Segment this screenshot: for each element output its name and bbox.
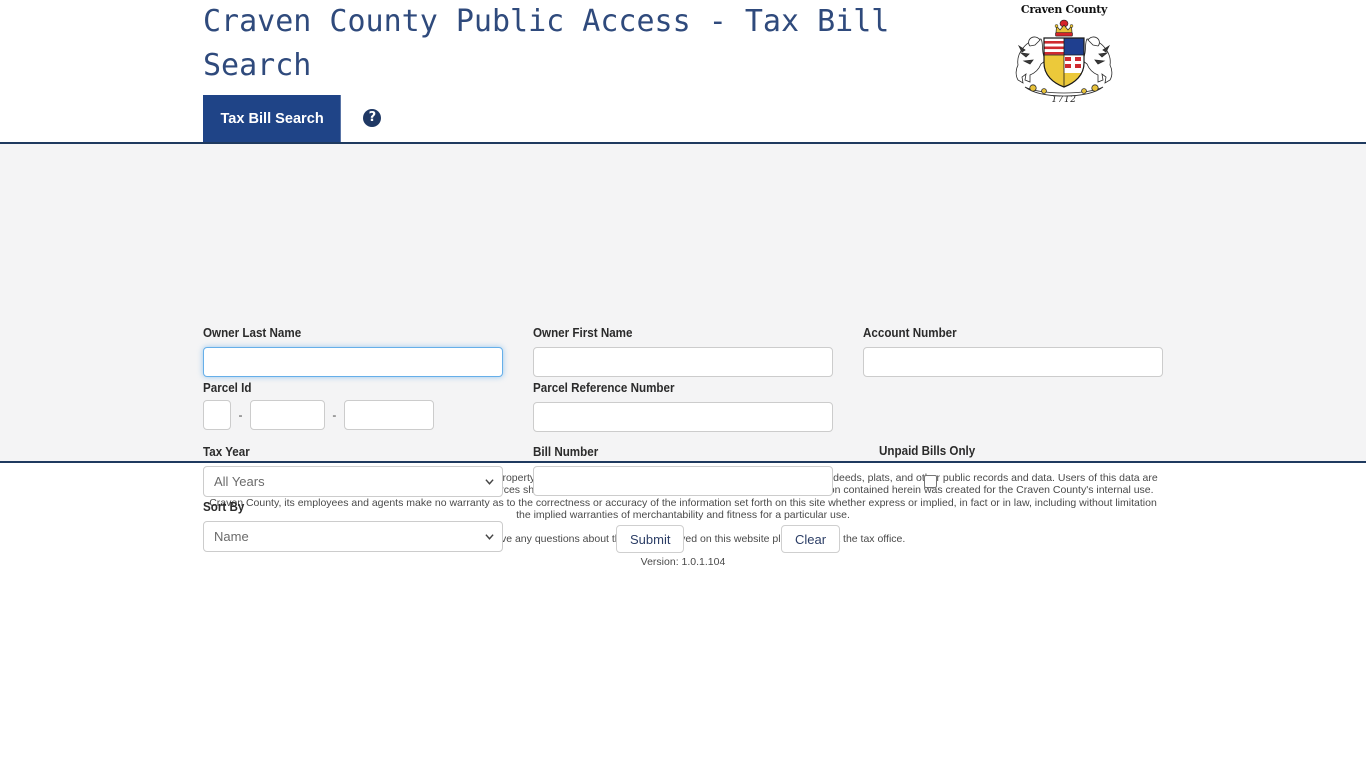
tab-tax-bill-search[interactable]: Tax Bill Search [203,95,342,142]
account-number-input[interactable] [863,347,1163,377]
page-header: Craven County Public Access - Tax Bill S… [0,0,1366,142]
owner-last-name-input[interactable] [203,347,503,377]
clear-button[interactable]: Clear [781,525,841,553]
tax-year-select-wrap: All Years [203,466,503,497]
unpaid-bills-only-label: Unpaid Bills Only [879,444,976,458]
sort-by-label: Sort By [203,500,245,514]
page-title: Craven County Public Access - Tax Bill S… [203,4,908,83]
parcel-id-group: - - [203,400,434,430]
tax-year-select[interactable]: All Years [203,466,503,497]
version-text: Version: 1.0.1.104 [640,556,726,569]
sort-by-select-wrap: Name [203,521,503,552]
parcel-id-separator-1: - [238,408,243,422]
parcel-reference-number-input[interactable] [533,402,833,432]
parcel-id-separator-2: - [332,408,337,422]
parcel-id-part-1[interactable] [203,400,231,430]
parcel-id-part-2[interactable] [249,400,325,430]
sort-by-select[interactable]: Name [203,521,503,552]
parcel-id-label: Parcel Id [203,381,252,395]
help-icon[interactable]: ? [363,109,382,127]
bill-number-label: Bill Number [533,445,599,459]
owner-first-name-input[interactable] [533,347,833,377]
unpaid-bills-only-checkbox[interactable] [924,475,937,488]
bill-number-input[interactable] [533,466,833,496]
parcel-reference-number-label: Parcel Reference Number [533,381,675,395]
county-logo: Craven County 1712 [1008,0,1120,118]
tax-year-label: Tax Year [203,445,250,459]
parcel-id-part-3[interactable] [343,400,434,430]
search-form-panel: Owner Last Name Parcel Id - - Tax Year A… [0,144,1366,553]
tab-bar: Tax Bill Search ? [203,95,382,142]
owner-first-name-label: Owner First Name [533,326,633,340]
submit-button[interactable]: Submit [616,525,685,553]
account-number-label: Account Number [863,326,957,340]
coat-of-arms-icon [1011,17,1117,99]
owner-last-name-label: Owner Last Name [203,326,302,340]
logo-county-name: Craven County [1020,2,1108,16]
